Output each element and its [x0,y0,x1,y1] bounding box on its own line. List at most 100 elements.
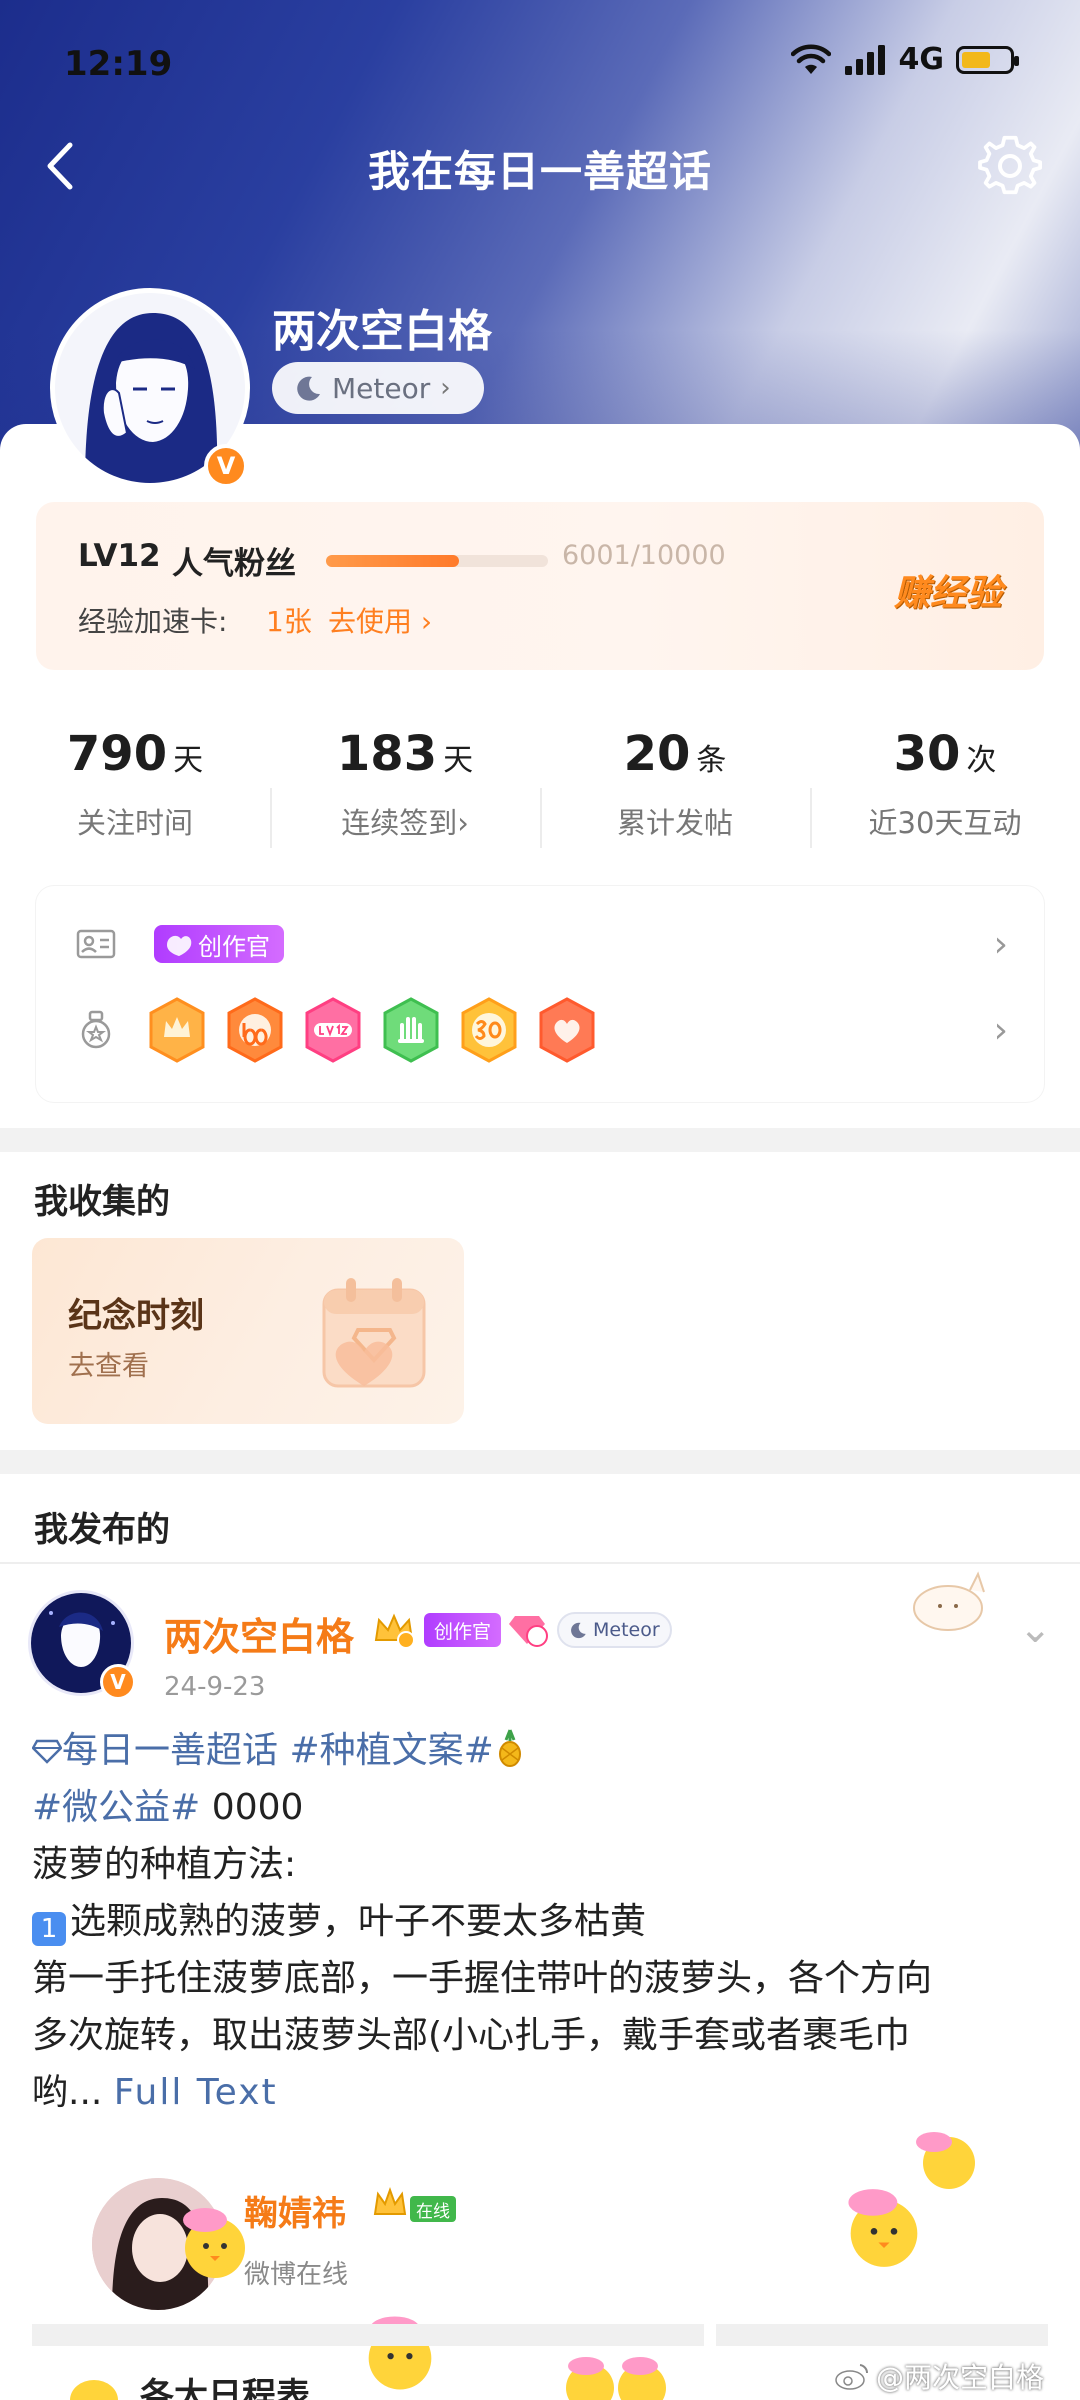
keycap-one-emoji: 1 [32,1912,66,1946]
stats-row: 790 天 关注时间 183 天 连续签到› 20 条 累计发帖 30 次 近30天互动 [0,726,1080,876]
section-divider [0,1128,1080,1152]
bottom-bar-placeholder [716,2324,1048,2346]
crown-icon [373,2187,407,2215]
online-tag: 在线 [410,2196,456,2222]
weibo-logo-icon [835,2364,868,2390]
stat-label: 连续签到› [341,806,469,840]
stat-interactions: 30 次 近30天互动 [810,726,1080,876]
moon-icon [571,1622,586,1639]
supertopic-label: 每日一善超话 [62,1730,279,1771]
settings-button[interactable] [974,130,1046,202]
profile-name: 两次空白格 [272,306,492,357]
earn-exp-button[interactable]: 赚经验 [894,564,1002,616]
stat-unit: 次 [966,743,997,778]
network-type: 4G [898,42,945,77]
stat-unit: 天 [443,743,474,778]
crown-level-icon [374,1613,415,1649]
memorial-moments-card[interactable]: 纪念时刻 去查看 [32,1238,464,1424]
stat-value: 30 [893,726,961,782]
creator-badge: 创作官 [154,925,284,963]
level-panel: LV12 人气粉丝 6001/10000 经验加速卡: 1张 去使用 › 赚经验 [36,502,1044,670]
post-line: #微公益# 0000 [32,1779,1052,1836]
wifi-icon [790,44,831,74]
post-line: 1 选颗成熟的菠萝，叶子不要太多枯黄 [32,1893,1052,1950]
post-content[interactable]: 每日一善超话 #种植文案# #微公益# 0000 菠萝的种植方法: 1 选颗成熟的… [31,1722,1052,2121]
post-menu-button[interactable]: ⌄ [1018,1606,1052,1652]
gear-icon [978,135,1042,195]
stat-value: 20 [623,726,691,782]
level-title: 人气粉丝 [172,546,296,582]
exp-card-count: 1张 [266,605,312,638]
post-date: 24-9-23 [164,1672,266,1702]
level-progress-bar [326,555,548,567]
post-text: 选颗成熟的菠萝，叶子不要太多枯黄 [70,1901,647,1942]
post-author-badges: 创作官 Meteor [372,1610,672,1650]
chick-sticker-icon [70,2380,118,2400]
stat-value: 790 [66,726,168,782]
chevron-right-icon: › [993,923,1008,965]
post-text: 0000 [211,1787,304,1828]
stat-follow-days: 790 天 关注时间 [0,726,270,876]
100-days-medal-icon [227,997,283,1063]
stat-unit: 天 [173,743,204,778]
status-icons: 4G [790,42,1019,77]
supertopic-link[interactable]: 每日一善超话 [31,1730,279,1771]
meteor-tag-label: Meteor [593,1619,660,1641]
bottom-bar-placeholder [32,2324,704,2346]
post-line: 菠萝的种植方法: [32,1844,297,1885]
chick-sticker-icon [916,2132,975,2189]
level-progress-fill [326,555,460,567]
stat-post-count: 20 条 累计发帖 [540,726,810,876]
level-diamond-icon [509,1616,549,1647]
level-label: LV12 [78,538,161,574]
creator-badge-label: 创作官 [198,932,270,961]
profile-avatar[interactable]: V [50,288,250,488]
30-days-medal-icon [461,997,517,1063]
diamond-icon [31,1739,63,1764]
hashtag-link[interactable]: #微公益# [32,1787,200,1828]
crown-medal-icon [149,997,205,1063]
chick-sticker-icon [183,2208,245,2278]
next-item-title[interactable]: 各大日程表 [140,2368,310,2400]
hand-medal-icon [383,997,439,1063]
meteor-badge-label: Meteor [332,371,431,405]
exp-card-use-link[interactable]: 去使用 › [328,600,432,640]
post-line: 每日一善超话 #种植文案# [31,1722,1052,1779]
calendar-illustration-icon [322,1278,426,1388]
badges-panel: 创作官 › › [36,886,1044,1102]
chick-sticker-icon [368,2316,432,2390]
lv12-medal-icon [305,997,361,1063]
medal-outline-icon [81,1010,111,1049]
chevron-right-icon: › [993,1009,1008,1051]
stat-label: 关注时间 [76,806,193,840]
level-progress-text: 6001/10000 [562,540,726,571]
medals-row[interactable]: › [36,990,1044,1070]
creator-logo-icon [167,935,192,956]
stat-unit: 条 [696,743,727,778]
cat-sticker-icon [913,1571,985,1631]
post-line: 第一手托住菠萝底部，一手握住带叶的菠萝头，各个方向 [32,1958,933,1999]
verified-badge: V [204,444,248,488]
signal-icon [844,44,885,75]
collect-card-subtitle: 去查看 [68,1351,149,1382]
post-line: 哟... Full Text [32,2064,1052,2121]
section-divider [0,1450,1080,1474]
posted-section-title: 我发布的 [34,1510,170,1550]
verified-badge: V [100,1664,136,1700]
top-nav: 我在每日一善超话 [0,120,1080,210]
hashtag-link[interactable]: #种植文案# [289,1730,493,1771]
chick-sticker-icon [566,2357,666,2400]
status-time: 12:19 [64,44,173,84]
post-author-name[interactable]: 两次空白格 [164,1606,354,1661]
stat-checkin-days[interactable]: 183 天 连续签到› [270,726,540,876]
full-text-link[interactable]: Full Text [114,2072,278,2113]
chevron-right-icon: › [440,373,451,403]
heart-medal-icon [539,997,595,1063]
identity-row[interactable]: 创作官 › [36,904,1044,984]
battery-icon [956,45,1019,74]
page-title: 我在每日一善超话 [367,147,712,196]
moon-icon [297,376,320,401]
meteor-badge-chip[interactable]: Meteor › [272,362,484,414]
watermark-text: @两次空白格 [875,2361,1044,2394]
stat-label: 近30天互动 [868,806,1022,840]
